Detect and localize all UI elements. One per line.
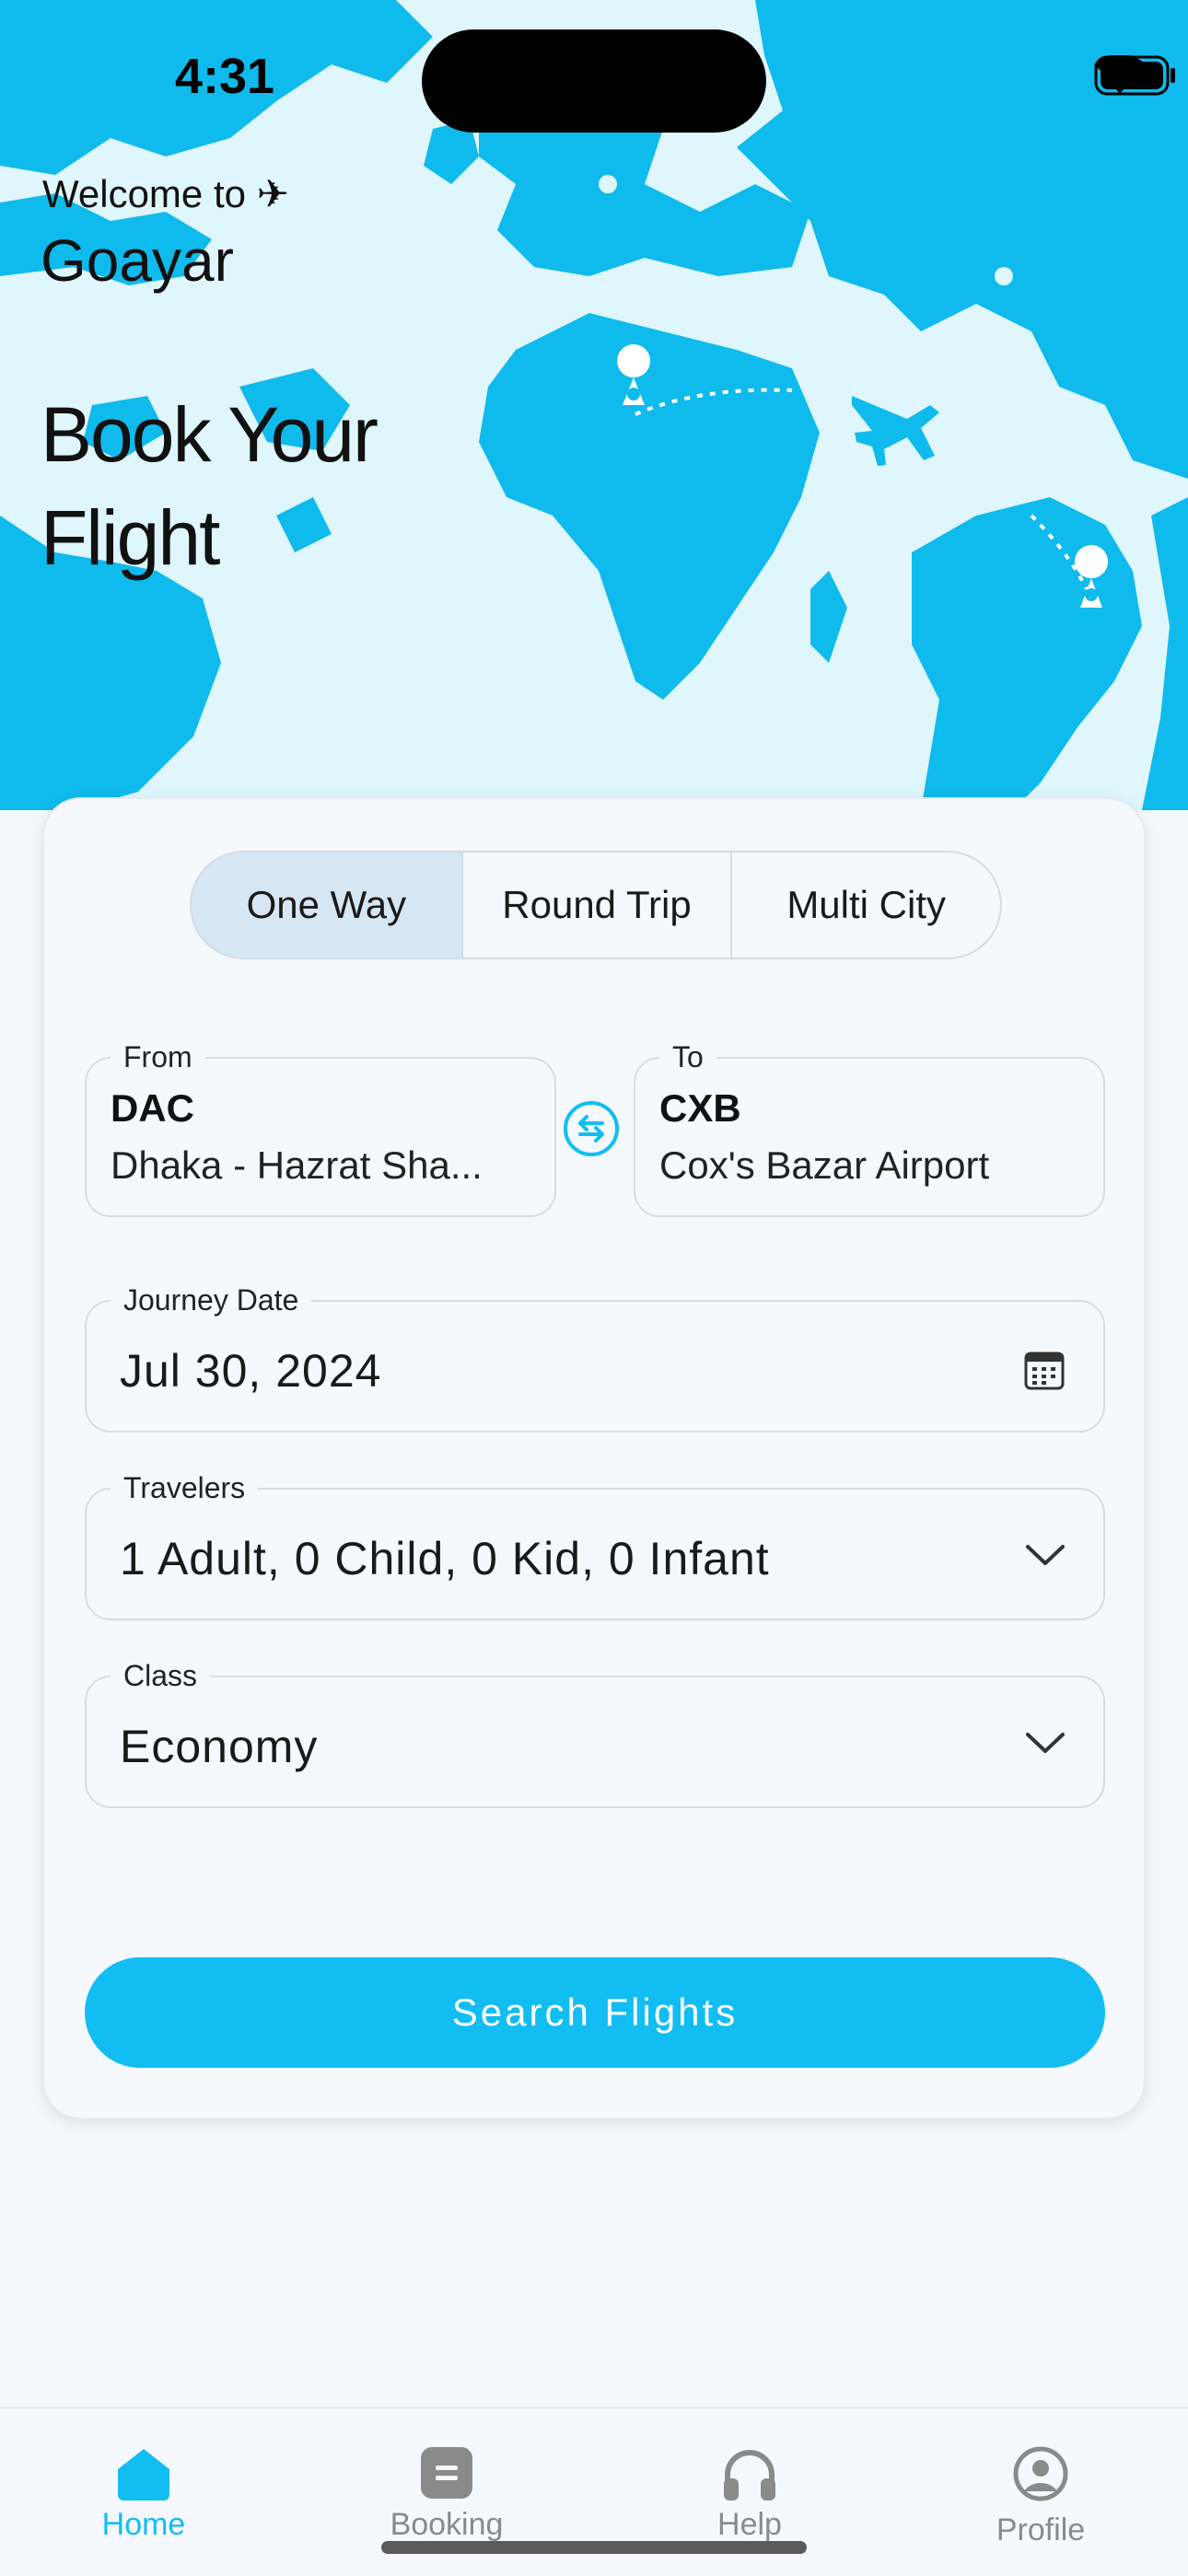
dynamic-island — [422, 29, 766, 133]
from-airport-field[interactable]: From DAC Dhaka - Hazrat Sha... — [85, 1040, 556, 1217]
status-icons — [1094, 55, 1175, 103]
tab-profile[interactable]: Profile — [949, 2445, 1133, 2548]
brand-name: Goayar — [41, 227, 234, 294]
trip-type-segmented-control: One Way Round Trip Multi City — [190, 851, 1002, 959]
tab-label-home: Home — [101, 2507, 186, 2542]
chevron-down-icon — [1024, 1729, 1066, 1761]
calendar-icon[interactable] — [1022, 1348, 1066, 1397]
headphones-icon — [724, 2450, 775, 2501]
class-value: Economy — [120, 1721, 319, 1772]
chevron-down-icon — [1024, 1541, 1066, 1573]
journey-date-value: Jul 30, 2024 — [120, 1345, 382, 1397]
hero-banner: 4:31 Welcome to ✈ Goayar Book Your Fligh… — [0, 0, 1188, 810]
swap-icon — [564, 1101, 619, 1156]
to-airport-field[interactable]: To CXB Cox's Bazar Airport — [634, 1040, 1105, 1217]
travelers-value: 1 Adult, 0 Child, 0 Kid, 0 Infant — [120, 1533, 770, 1584]
flight-search-card: One Way Round Trip Multi City From DAC D… — [42, 797, 1146, 2119]
tab-label-help: Help — [717, 2507, 782, 2542]
travelers-dropdown[interactable]: Travelers 1 Adult, 0 Child, 0 Kid, 0 Inf… — [85, 1471, 1105, 1620]
profile-icon — [1013, 2446, 1068, 2501]
from-airport-name: Dhaka - Hazrat Sha... — [111, 1143, 483, 1187]
travelers-label: Travelers — [111, 1471, 259, 1505]
to-airport-name: Cox's Bazar Airport — [659, 1143, 990, 1187]
tab-help[interactable]: Help — [658, 2445, 842, 2543]
journey-date-field[interactable]: Journey Date Jul 30, 2024 — [85, 1283, 1105, 1433]
to-label: To — [659, 1040, 716, 1074]
from-label: From — [111, 1040, 205, 1074]
tab-multi-city[interactable]: Multi City — [730, 853, 1000, 957]
to-code: CXB — [659, 1086, 741, 1130]
welcome-text: Welcome to ✈ — [42, 172, 289, 215]
tab-home[interactable]: Home — [52, 2445, 236, 2543]
home-icon — [118, 2449, 169, 2501]
booking-icon — [421, 2447, 472, 2499]
tab-one-way[interactable]: One Way — [192, 853, 461, 957]
tab-label-profile: Profile — [996, 2512, 1086, 2547]
tab-round-trip[interactable]: Round Trip — [460, 853, 731, 957]
status-time: 4:31 — [175, 49, 275, 104]
class-dropdown[interactable]: Class Economy — [85, 1659, 1105, 1808]
search-flights-button[interactable]: Search Flights — [85, 1957, 1105, 2068]
tab-booking[interactable]: Booking — [355, 2445, 539, 2543]
swap-airports-button[interactable] — [562, 1099, 621, 1163]
tab-label-booking: Booking — [390, 2507, 504, 2542]
from-code: DAC — [111, 1086, 194, 1130]
class-label: Class — [111, 1659, 211, 1693]
journey-date-label: Journey Date — [111, 1283, 312, 1317]
home-indicator — [381, 2541, 807, 2554]
page-headline: Book Your Flight — [41, 391, 379, 581]
